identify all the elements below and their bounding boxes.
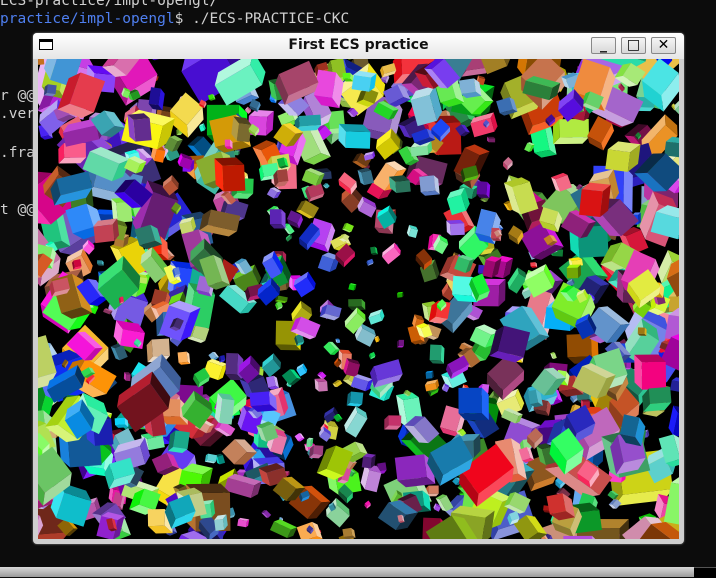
minimize-button[interactable]: _	[591, 37, 616, 54]
cube	[358, 167, 374, 186]
close-icon: ✕	[652, 37, 675, 53]
cube	[397, 292, 404, 298]
terminal-line: t @@	[0, 201, 35, 219]
cube	[363, 151, 375, 160]
cube	[333, 379, 343, 388]
cube	[315, 378, 328, 392]
cube	[342, 527, 355, 539]
terminal-line: r @@	[0, 87, 35, 105]
terminal-prompt: practice/impl-opengl	[0, 11, 175, 27]
cube	[270, 517, 297, 539]
cube	[270, 209, 286, 228]
cube	[550, 352, 556, 360]
cube	[198, 123, 206, 131]
cube	[363, 501, 371, 509]
cube	[506, 225, 525, 244]
status-bar-corner	[694, 567, 716, 578]
cube	[446, 220, 464, 236]
terminal-line: ECS-practice/impl-opengl/	[0, 0, 218, 10]
minimize-icon: _	[592, 37, 615, 53]
cube	[476, 181, 490, 198]
cube	[234, 150, 240, 155]
cube	[225, 140, 233, 149]
cube	[368, 352, 376, 360]
render-canvas[interactable]	[38, 59, 679, 539]
cube	[406, 225, 419, 238]
cube	[380, 243, 403, 265]
title-bar[interactable]: First ECS practice _ □ ✕	[33, 33, 684, 59]
terminal-line: .fra	[0, 144, 35, 162]
cube	[237, 518, 249, 528]
cube	[458, 388, 488, 421]
cube	[124, 372, 131, 381]
cube	[285, 234, 293, 242]
cube	[425, 371, 433, 379]
terminal-line: .ver	[0, 105, 35, 123]
cube	[553, 119, 589, 144]
cube	[261, 509, 271, 519]
cube	[347, 391, 364, 407]
app-window: First ECS practice _ □ ✕	[33, 33, 684, 544]
cube	[487, 137, 495, 143]
cube	[214, 157, 245, 192]
cube	[215, 453, 225, 465]
cube	[546, 492, 575, 522]
window-title: First ECS practice	[33, 37, 684, 53]
cube	[419, 175, 439, 196]
cube	[530, 262, 537, 268]
cube	[295, 432, 305, 442]
maximize-button[interactable]: □	[621, 37, 646, 54]
cube	[348, 283, 356, 291]
cube	[97, 260, 104, 266]
cube	[342, 406, 370, 437]
cube	[115, 417, 129, 428]
cube	[338, 124, 370, 149]
cube	[58, 143, 86, 164]
cube	[218, 355, 225, 362]
cube	[429, 345, 444, 364]
cube	[214, 393, 235, 425]
cube	[127, 113, 151, 142]
close-button[interactable]: ✕	[651, 37, 676, 54]
cube	[384, 415, 401, 429]
cube	[366, 259, 374, 266]
cube	[634, 354, 666, 389]
cube	[205, 453, 217, 463]
cube	[336, 338, 341, 343]
cube	[93, 219, 120, 244]
cube	[368, 359, 404, 388]
cube	[342, 222, 354, 233]
terminal-prompt-line: practice/impl-opengl$ ./ECS-PRACTICE-CKC	[0, 10, 349, 28]
terminal-command: $ ./ECS-PRACTICE-CKC	[175, 11, 350, 27]
cube	[567, 264, 582, 278]
maximize-icon: □	[622, 37, 645, 53]
cube	[38, 59, 44, 65]
cube	[638, 327, 647, 336]
cube	[667, 405, 679, 439]
cube	[178, 351, 191, 365]
cube	[397, 340, 404, 348]
cube	[625, 362, 631, 369]
cube	[150, 59, 158, 61]
cube	[501, 157, 514, 170]
cube	[367, 309, 385, 325]
cube	[370, 246, 378, 255]
cube	[323, 182, 330, 189]
cube	[670, 377, 679, 394]
terminal-status-bar	[0, 567, 694, 577]
cube-scene	[38, 59, 679, 539]
